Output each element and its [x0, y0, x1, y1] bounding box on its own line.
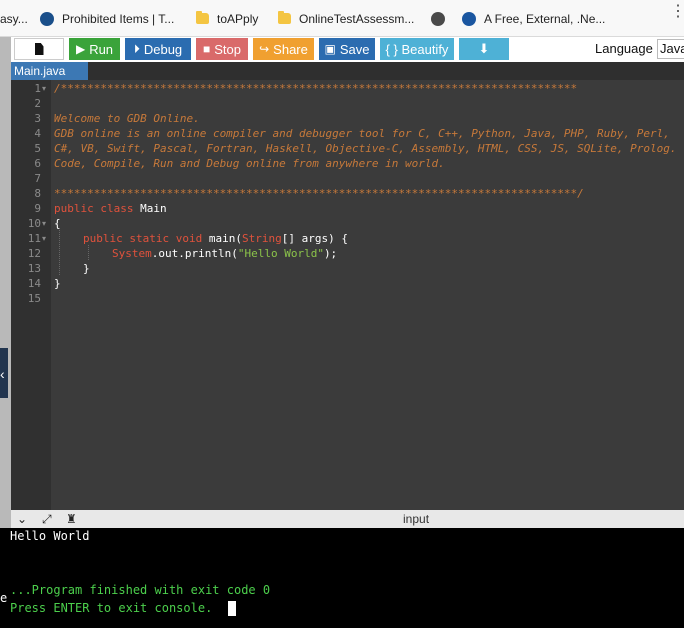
bookmark-folder-onlinetest[interactable]: OnlineTestAssessm... — [278, 0, 414, 37]
console-toolbar — [11, 510, 684, 528]
expand-icon[interactable]: ⤢ — [42, 512, 52, 527]
line-number: 15 — [27, 292, 41, 305]
code-line-4: GDB online is an online compiler and deb… — [54, 127, 670, 140]
run-label: Run — [89, 41, 114, 57]
code-line-11: public static void main(String[] args) { — [83, 232, 348, 245]
tsa-seal-icon — [40, 11, 54, 26]
save-icon: ▣ — [324, 42, 336, 56]
more-bookmarks-icon[interactable]: ⋮ — [670, 4, 684, 20]
code-line-12: System.out.println("Hello World"); — [112, 247, 337, 260]
bookmark-label: Prohibited Items | T... — [62, 11, 175, 26]
site-logo-icon — [462, 11, 476, 26]
code-line-5: C#, VB, Swift, Pascal, Fortran, Haskell,… — [54, 142, 677, 155]
clear-console-icon[interactable]: ♜ — [66, 512, 77, 526]
method-name: main( — [208, 232, 242, 245]
keyword: public static void — [83, 232, 209, 245]
bookmark-folder-toapply[interactable]: toAPply — [196, 0, 258, 37]
indent-guide — [88, 245, 89, 260]
bookmark-a-free-external[interactable]: A Free, External, .Ne... — [462, 0, 605, 37]
line-number: 5 — [34, 142, 41, 155]
code-line-14: } — [54, 277, 61, 290]
system-class: System — [112, 247, 152, 260]
keyword: public class — [54, 202, 141, 215]
console-cursor — [228, 601, 236, 616]
code-line-1: /***************************************… — [54, 82, 578, 95]
save-button[interactable]: ▣ Save — [319, 38, 375, 60]
fold-arrow-icon[interactable]: ▾ — [42, 219, 46, 228]
line-number: 2 — [34, 97, 41, 110]
debug-label: Debug — [143, 41, 183, 57]
bookmark-label: asy... — [0, 11, 28, 26]
bookmarks-bar: asy... Prohibited Items | T... toAPply O… — [0, 0, 684, 37]
line-number: 10 — [27, 217, 41, 230]
console-output-line: Hello World — [10, 529, 90, 543]
bookmark-truncated[interactable]: asy... — [0, 0, 28, 37]
download-button[interactable]: ⬇ — [459, 38, 509, 60]
save-label: Save — [339, 41, 370, 57]
indent-guide — [59, 230, 60, 275]
beautify-label: { } Beautify — [385, 41, 449, 57]
left-panel-fragment: e — [0, 591, 8, 605]
string-literal: "Hello World" — [237, 247, 324, 260]
line-number: 12 — [27, 247, 41, 260]
code-line-9: public class Main — [54, 202, 167, 215]
folder-icon — [196, 11, 209, 24]
code-line-3: Welcome to GDB Online. — [54, 112, 200, 125]
type-name: String — [241, 232, 282, 245]
console-press-enter-line: Press ENTER to exit console. — [10, 601, 213, 615]
bookmark-prohibited-items[interactable]: Prohibited Items | T... — [40, 0, 174, 37]
run-button[interactable]: ▶ Run — [69, 38, 120, 60]
download-icon: ⬇ — [478, 41, 490, 56]
stop-button[interactable]: ■ Stop — [196, 38, 248, 60]
language-label: Language — [595, 41, 653, 56]
share-label: Share — [273, 41, 308, 57]
globe-icon — [431, 11, 445, 26]
line-number: 4 — [34, 127, 41, 140]
input-tab[interactable]: input — [403, 512, 429, 526]
method-args: [] args) { — [281, 232, 348, 245]
stop-label: Stop — [214, 41, 241, 57]
beautify-button[interactable]: { } Beautify — [380, 38, 454, 60]
statement-end: ); — [323, 247, 338, 260]
debug-icon: ⏵ — [133, 41, 140, 56]
collapse-panel-icon[interactable]: ‹ — [0, 366, 5, 382]
fold-arrow-icon[interactable]: ▾ — [42, 234, 46, 243]
debug-button[interactable]: ⏵ Debug — [125, 38, 191, 60]
new-file-button[interactable] — [14, 38, 64, 60]
fold-arrow-icon[interactable]: ▾ — [42, 84, 46, 93]
method-call: .out.println( — [151, 247, 238, 260]
line-number: 7 — [34, 172, 41, 185]
bookmark-label: A Free, External, .Ne... — [484, 11, 606, 26]
console-finish-line: ...Program finished with exit code 0 — [10, 583, 271, 597]
stop-icon: ■ — [203, 42, 211, 56]
line-number: 1 — [34, 82, 41, 95]
code-line-10: { — [54, 217, 61, 230]
share-button[interactable]: ↪ Share — [253, 38, 314, 60]
editor-tab-bar — [11, 62, 684, 80]
line-number: 3 — [34, 112, 41, 125]
share-icon: ↪ — [259, 42, 270, 56]
bookmark-label: OnlineTestAssessm... — [299, 11, 415, 26]
file-icon — [34, 43, 44, 55]
code-line-6: Code, Compile, Run and Debug online from… — [54, 157, 445, 170]
bookmark-globe[interactable] — [431, 0, 453, 37]
line-number: 9 — [34, 202, 41, 215]
line-number: 11 — [27, 232, 41, 245]
line-number: 13 — [27, 262, 41, 275]
line-number: 8 — [34, 187, 41, 200]
folder-icon — [278, 11, 291, 24]
chevron-down-icon[interactable]: ⌄ — [17, 512, 27, 526]
bookmark-label: toAPply — [217, 11, 259, 26]
play-icon: ▶ — [75, 42, 86, 56]
code-line-13: } — [83, 262, 90, 275]
code-line-8: ****************************************… — [54, 187, 584, 200]
line-number: 14 — [27, 277, 41, 290]
class-name: Main — [140, 202, 167, 215]
code-editor[interactable]: 1 2 3 4 5 6 7 8 9 10 11 12 13 14 15 ▾ ▾ … — [11, 80, 684, 510]
language-select[interactable]: Java — [657, 39, 684, 59]
line-number: 6 — [34, 157, 41, 170]
tab-main-java[interactable]: Main.java — [11, 62, 88, 80]
